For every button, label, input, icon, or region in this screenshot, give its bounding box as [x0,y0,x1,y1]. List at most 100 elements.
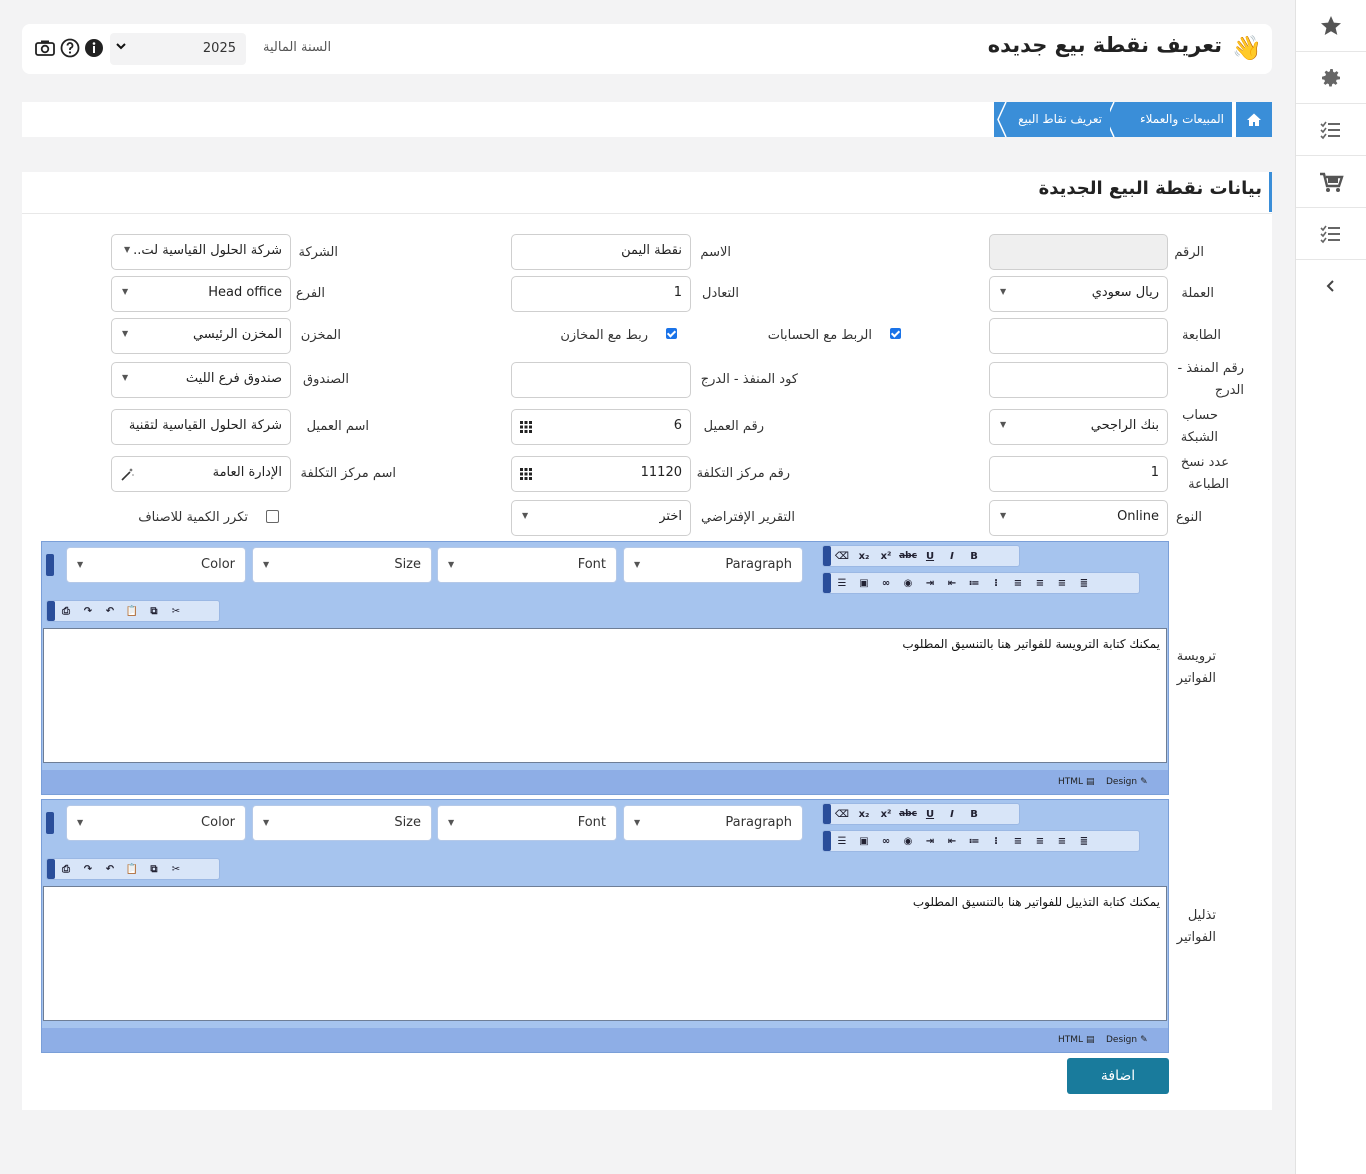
toolbar-grip[interactable] [823,831,831,851]
favorites-button[interactable] [1296,0,1366,52]
size-select[interactable]: Size ▼ [252,805,432,841]
cut-icon[interactable]: ✂ [165,601,187,621]
toolbar-grip[interactable] [823,573,831,593]
justify-icon[interactable]: ≣ [1073,573,1095,593]
italic-icon[interactable]: I [941,546,963,566]
repeat-qty-checkbox[interactable] [266,510,279,523]
pos-button[interactable] [1296,156,1366,208]
underline-icon[interactable]: U [919,804,941,824]
toolbar-grip[interactable] [47,859,55,879]
underline-icon[interactable]: U [919,546,941,566]
strikethrough-icon[interactable]: abc [897,546,919,566]
info-icon[interactable] [84,38,104,58]
copy-icon[interactable]: ⧉ [143,601,165,621]
globe-icon[interactable]: ◉ [897,831,919,851]
customer-name-field[interactable]: شركة الحلول القياسية لتقنية [111,409,291,445]
invoice-footer-textarea[interactable]: يمكنك كتابة التذييل للفواتير هنا بالتنسي… [43,886,1167,1021]
type-select[interactable]: Online ▼ [989,500,1168,536]
grid-picker-icon[interactable] [520,468,532,480]
magic-wand-icon[interactable] [121,467,135,481]
print-icon[interactable]: ⎙ [55,859,77,879]
horizontal-rule-icon[interactable]: ☰ [831,831,853,851]
company-select[interactable]: شركة الحلول القياسية لت... ▼ [111,234,291,270]
paste-icon[interactable]: 📋 [121,601,143,621]
html-tab[interactable]: HTML ▤ [1058,1031,1095,1049]
help-icon[interactable] [60,38,80,58]
port-drawer-number-field[interactable] [989,362,1168,398]
image-icon[interactable]: ▣ [853,573,875,593]
undo-icon[interactable]: ↶ [99,601,121,621]
font-select[interactable]: Font ▼ [437,547,617,583]
link-icon[interactable]: ∞ [875,573,897,593]
eraser-icon[interactable]: ⌫ [831,804,853,824]
font-select[interactable]: Font ▼ [437,805,617,841]
align-right-icon[interactable]: ≡ [1051,831,1073,851]
cost-center-name-field[interactable]: الإدارة العامة [111,456,291,492]
redo-icon[interactable]: ↷ [77,601,99,621]
invoice-header-textarea[interactable]: يمكنك كتابة الترويسة للفواتير هنا بالتنس… [43,628,1167,763]
rate-field[interactable]: 1 [511,276,691,312]
globe-icon[interactable]: ◉ [897,573,919,593]
link-icon[interactable]: ∞ [875,831,897,851]
camera-icon[interactable] [34,38,56,58]
image-icon[interactable]: ▣ [853,831,875,851]
align-center-icon[interactable]: ≡ [1029,573,1051,593]
color-select[interactable]: Color ▼ [66,547,246,583]
html-tab[interactable]: HTML ▤ [1058,773,1095,791]
toolbar-grip[interactable] [47,601,55,621]
breadcrumb-home[interactable] [1236,102,1272,137]
network-account-select[interactable]: بنك الراجحي ▼ [989,409,1168,445]
design-tab[interactable]: Design ✎ [1106,773,1148,791]
strikethrough-icon[interactable]: abc [897,804,919,824]
undo-icon[interactable]: ↶ [99,859,121,879]
paste-icon[interactable]: 📋 [121,859,143,879]
indent-icon[interactable]: ⇥ [919,831,941,851]
list-button[interactable] [1296,208,1366,260]
add-button[interactable]: اضافة [1067,1058,1169,1094]
subscript-icon[interactable]: x₂ [853,804,875,824]
bold-icon[interactable]: B [963,546,985,566]
name-field[interactable]: نقطة اليمن [511,234,691,270]
outdent-icon[interactable]: ⇤ [941,573,963,593]
copy-icon[interactable]: ⧉ [143,859,165,879]
cost-center-number-field[interactable]: 11120 [511,456,691,492]
port-drawer-code-field[interactable] [511,362,691,398]
branch-select[interactable]: Head office ▼ [111,276,291,312]
cut-icon[interactable]: ✂ [165,859,187,879]
currency-select[interactable]: ريال سعودي ▼ [989,276,1168,312]
toolbar-grip[interactable] [46,812,54,834]
bulleted-list-icon[interactable]: ⁝ [985,831,1007,851]
link-stores-checkbox[interactable] [666,328,677,339]
color-select[interactable]: Color ▼ [66,805,246,841]
indent-icon[interactable]: ⇥ [919,573,941,593]
fiscal-year-select[interactable]: 2025 [110,33,246,65]
justify-icon[interactable]: ≣ [1073,831,1095,851]
print-copies-field[interactable]: 1 [989,456,1168,492]
horizontal-rule-icon[interactable]: ☰ [831,573,853,593]
eraser-icon[interactable]: ⌫ [831,546,853,566]
align-center-icon[interactable]: ≡ [1029,831,1051,851]
store-select[interactable]: المخزن الرئيسي ▼ [111,318,291,354]
numbered-list-icon[interactable]: ≔ [963,573,985,593]
toolbar-grip[interactable] [823,804,831,824]
design-tab[interactable]: Design ✎ [1106,1031,1148,1049]
bold-icon[interactable]: B [963,804,985,824]
size-select[interactable]: Size ▼ [252,547,432,583]
tasks-button[interactable] [1296,104,1366,156]
settings-button[interactable] [1296,52,1366,104]
align-left-icon[interactable]: ≡ [1007,573,1029,593]
superscript-icon[interactable]: x² [875,546,897,566]
customer-number-field[interactable]: 6 [511,409,691,445]
paragraph-select[interactable]: Paragraph ▼ [623,547,803,583]
cashbox-select[interactable]: صندوق فرع الليث ▼ [111,362,291,398]
toolbar-grip[interactable] [46,554,54,576]
subscript-icon[interactable]: x₂ [853,546,875,566]
outdent-icon[interactable]: ⇤ [941,831,963,851]
bulleted-list-icon[interactable]: ⁝ [985,573,1007,593]
paragraph-select[interactable]: Paragraph ▼ [623,805,803,841]
align-left-icon[interactable]: ≡ [1007,831,1029,851]
numbered-list-icon[interactable]: ≔ [963,831,985,851]
italic-icon[interactable]: I [941,804,963,824]
collapse-sidebar-button[interactable] [1296,260,1366,311]
superscript-icon[interactable]: x² [875,804,897,824]
